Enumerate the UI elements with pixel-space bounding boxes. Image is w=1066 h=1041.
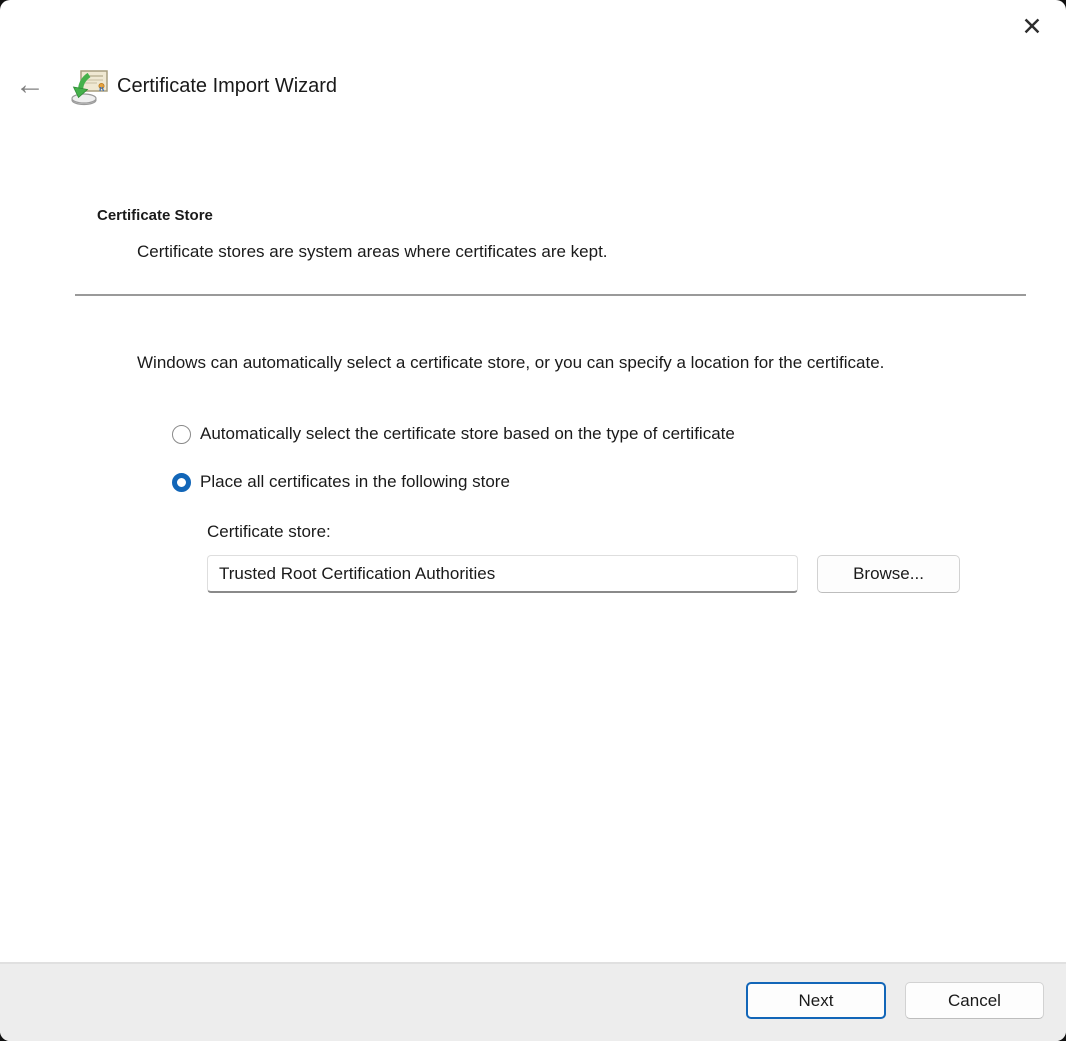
header-divider bbox=[75, 294, 1026, 296]
description-text: Windows can automatically select a certi… bbox=[137, 353, 885, 372]
certificate-store-label: Certificate store: bbox=[207, 522, 331, 541]
cancel-button-label: Cancel bbox=[948, 990, 1001, 1010]
back-button[interactable]: ← bbox=[13, 68, 47, 102]
close-icon: ✕ bbox=[1021, 13, 1043, 41]
screen: ✕ ← Certificate Import Wizard Certificat… bbox=[0, 0, 1066, 1041]
radio-automatic-store-label: Automatically select the certificate sto… bbox=[200, 424, 735, 443]
certificate-store-input[interactable] bbox=[207, 555, 798, 593]
close-button[interactable]: ✕ bbox=[1012, 8, 1052, 46]
back-arrow-icon: ← bbox=[15, 68, 45, 101]
page-heading: Certificate Store bbox=[97, 207, 213, 224]
radio-selected-icon bbox=[172, 472, 191, 492]
next-button[interactable]: Next bbox=[746, 982, 886, 1019]
next-button-label: Next bbox=[798, 990, 834, 1010]
radio-automatic-store[interactable]: Automatically select the certificate sto… bbox=[172, 424, 735, 444]
browse-button[interactable]: Browse... bbox=[817, 555, 960, 593]
cancel-button[interactable]: Cancel bbox=[905, 982, 1044, 1019]
page-subheading: Certificate stores are system areas wher… bbox=[137, 242, 608, 261]
browse-button-label: Browse... bbox=[853, 564, 924, 583]
radio-place-in-store-label: Place all certificates in the following … bbox=[200, 472, 510, 491]
radio-unselected-icon bbox=[172, 424, 191, 444]
certificate-import-wizard-window: ✕ ← Certificate Import Wizard Certificat… bbox=[0, 0, 1066, 1041]
window-title: Certificate Import Wizard bbox=[117, 75, 338, 97]
radio-place-in-store[interactable]: Place all certificates in the following … bbox=[172, 472, 510, 492]
certificate-import-icon bbox=[70, 68, 110, 106]
